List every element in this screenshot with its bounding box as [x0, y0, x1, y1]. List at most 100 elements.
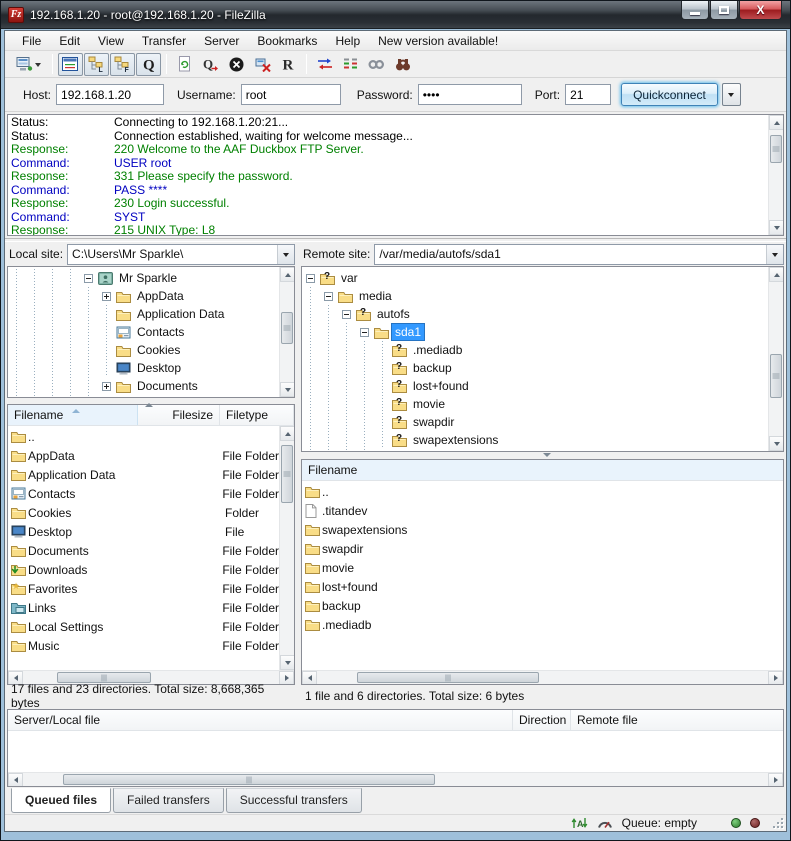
- log-scrollbar[interactable]: [768, 115, 783, 235]
- remote-file-row[interactable]: .titandev: [302, 501, 783, 520]
- scrollbar-thumb[interactable]: [770, 354, 782, 398]
- toggle-queue-button[interactable]: Q: [136, 53, 161, 76]
- remote-file-row[interactable]: backup: [302, 596, 783, 615]
- remote-file-row[interactable]: lost+found: [302, 577, 783, 596]
- local-file-row[interactable]: ..: [8, 427, 279, 446]
- tree-expander-plus[interactable]: [98, 287, 116, 305]
- site-manager-button[interactable]: [9, 53, 47, 76]
- username-input[interactable]: [241, 84, 341, 105]
- remote-site-combo[interactable]: /var/media/autofs/sda1: [374, 244, 784, 265]
- quickconnect-dropdown-button[interactable]: [722, 83, 741, 106]
- quickconnect-button[interactable]: Quickconnect: [621, 83, 718, 106]
- scrollbar-thumb[interactable]: [281, 312, 293, 344]
- refresh-button[interactable]: [172, 53, 197, 76]
- local-file-row[interactable]: Local SettingsFile Folder: [8, 617, 279, 636]
- tab-queued-files[interactable]: Queued files: [11, 788, 111, 813]
- scrollbar-thumb[interactable]: [63, 774, 435, 785]
- remote-file-row[interactable]: swapdir: [302, 539, 783, 558]
- local-file-row[interactable]: MusicFile Folder: [8, 636, 279, 655]
- local-tree-item[interactable]: Documents: [8, 377, 279, 395]
- scrollbar-track[interactable]: [280, 441, 294, 655]
- remote-list-hscrollbar[interactable]: [302, 670, 783, 684]
- local-tree-scrollbar[interactable]: [279, 267, 294, 397]
- resize-grip[interactable]: [772, 817, 784, 829]
- scroll-down-button[interactable]: [280, 382, 295, 397]
- process-queue-button[interactable]: Q: [198, 53, 223, 76]
- scroll-down-button[interactable]: [280, 655, 294, 670]
- remote-file-row[interactable]: ..: [302, 482, 783, 501]
- transfer-type-icon[interactable]: A: [571, 816, 588, 830]
- directory-comparison-button[interactable]: [338, 53, 363, 76]
- remote-tree-item[interactable]: ?autofs: [302, 305, 768, 323]
- maximize-button[interactable]: [710, 1, 738, 20]
- toggle-message-log-button[interactable]: [58, 53, 83, 76]
- tree-expander-minus[interactable]: [320, 287, 338, 305]
- minimize-button[interactable]: [681, 1, 709, 20]
- column-header-server-local-file[interactable]: Server/Local file: [8, 710, 513, 730]
- scrollbar-thumb[interactable]: [281, 445, 293, 503]
- local-tree-item[interactable]: AppData: [8, 287, 279, 305]
- local-tree-item[interactable]: Cookies: [8, 341, 279, 359]
- local-splitter[interactable]: [7, 398, 295, 404]
- toggle-local-tree-button[interactable]: L: [84, 53, 109, 76]
- scroll-right-button[interactable]: [768, 773, 783, 787]
- menu-item-server[interactable]: Server: [195, 32, 248, 50]
- local-list-hscrollbar[interactable]: [8, 670, 294, 684]
- remote-tree-item[interactable]: ?swapextensions: [302, 431, 768, 449]
- local-file-row[interactable]: DownloadsFile Folder: [8, 560, 279, 579]
- menu-item-new-version-available[interactable]: New version available!: [369, 32, 507, 50]
- local-file-row[interactable]: ★FavoritesFile Folder: [8, 579, 279, 598]
- local-tree-item[interactable]: Contacts: [8, 323, 279, 341]
- tab-failed-transfers[interactable]: Failed transfers: [113, 788, 224, 813]
- remote-tree-item[interactable]: ?.mediadb: [302, 341, 768, 359]
- tree-expander-plus[interactable]: [98, 377, 116, 395]
- menu-item-view[interactable]: View: [89, 32, 133, 50]
- column-header-filesize[interactable]: Filesize: [138, 405, 220, 425]
- tree-expander-minus[interactable]: [338, 305, 356, 323]
- column-header-direction[interactable]: Direction: [513, 710, 571, 730]
- menu-item-bookmarks[interactable]: Bookmarks: [248, 32, 326, 50]
- remote-tree-item[interactable]: sda1: [302, 323, 768, 341]
- scroll-up-button[interactable]: [280, 426, 294, 441]
- local-file-row[interactable]: Application DataFile Folder: [8, 465, 279, 484]
- tree-expander-minus[interactable]: [80, 269, 98, 287]
- queue-hscrollbar[interactable]: [8, 772, 783, 786]
- scrollbar-track[interactable]: [23, 773, 768, 786]
- port-input[interactable]: [565, 84, 611, 105]
- remote-tree-item[interactable]: ?backup: [302, 359, 768, 377]
- toggle-remote-tree-button[interactable]: F: [110, 53, 135, 76]
- local-tree-item[interactable]: Downloads: [8, 395, 279, 397]
- scroll-right-button[interactable]: [768, 671, 783, 685]
- local-file-row[interactable]: ContactsFile Folder: [8, 484, 279, 503]
- menu-item-file[interactable]: File: [13, 32, 50, 50]
- scroll-up-button[interactable]: [769, 115, 784, 130]
- combo-dropdown-button[interactable]: [277, 245, 294, 264]
- remote-file-row[interactable]: swapextensions: [302, 520, 783, 539]
- titlebar[interactable]: Fz 192.168.1.20 - root@192.168.1.20 - Fi…: [1, 1, 790, 29]
- scroll-up-button[interactable]: [280, 267, 295, 282]
- scrollbar-track[interactable]: [317, 671, 768, 684]
- scroll-left-button[interactable]: [302, 671, 317, 685]
- scrollbar-track[interactable]: [280, 282, 294, 382]
- remote-tree-item[interactable]: media: [302, 287, 768, 305]
- local-tree-item[interactable]: Application Data: [8, 305, 279, 323]
- local-file-row[interactable]: CookiesFolder: [8, 503, 279, 522]
- host-input[interactable]: [56, 84, 164, 105]
- tree-expander-plus[interactable]: [98, 395, 116, 397]
- remote-tree-item[interactable]: ?var: [302, 269, 768, 287]
- column-header-filename[interactable]: Filename: [302, 460, 783, 480]
- scroll-up-button[interactable]: [769, 267, 784, 282]
- local-tree-item[interactable]: Desktop: [8, 359, 279, 377]
- speed-limit-icon[interactable]: [597, 817, 613, 829]
- close-button[interactable]: X: [739, 1, 782, 20]
- remote-tree-item[interactable]: ?lost+found: [302, 377, 768, 395]
- menu-item-edit[interactable]: Edit: [50, 32, 89, 50]
- remote-tree-item[interactable]: ?movie: [302, 395, 768, 413]
- scrollbar-track[interactable]: [769, 282, 783, 436]
- column-header-filetype[interactable]: Filetype: [220, 405, 294, 425]
- tab-successful-transfers[interactable]: Successful transfers: [226, 788, 362, 813]
- synchronized-browsing-button[interactable]: [364, 53, 389, 76]
- scrollbar-thumb[interactable]: [57, 672, 151, 683]
- password-input[interactable]: [418, 84, 522, 105]
- tree-expander-minus[interactable]: [356, 323, 374, 341]
